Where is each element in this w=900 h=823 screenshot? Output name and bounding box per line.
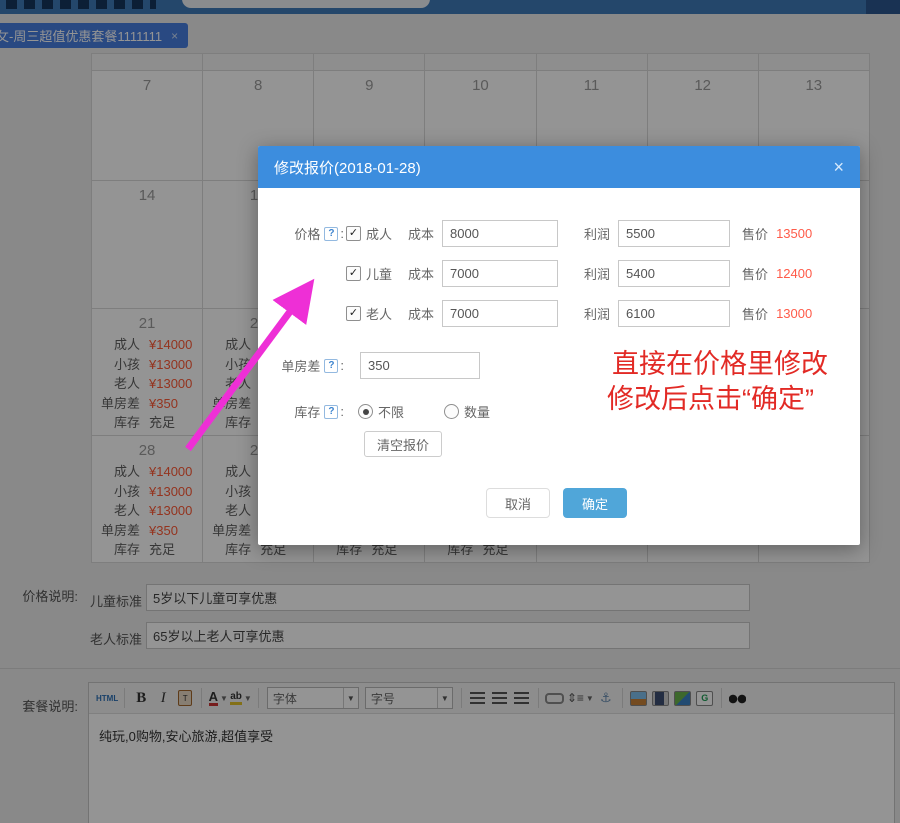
profit-label: 利润: [584, 224, 610, 243]
stock-unlimited-label: 不限: [378, 402, 404, 421]
elder-checkbox[interactable]: [346, 306, 361, 321]
sell-price-label: 售价: [742, 304, 768, 323]
annotation-text-line1: 直接在价格里修改: [612, 349, 828, 379]
child-sell-value: 12400: [776, 266, 812, 281]
annotation-text-line2: 修改后点击“确定”: [607, 384, 814, 414]
stock-unlimited-radio[interactable]: [358, 404, 373, 419]
modal-title: 修改报价(2018-01-28): [274, 157, 421, 178]
clear-quote-button[interactable]: 清空报价: [364, 431, 442, 457]
modal-header: 修改报价(2018-01-28) ×: [258, 146, 860, 188]
adult-label: 成人: [366, 224, 392, 243]
cost-label: 成本: [408, 304, 434, 323]
screen: 攵-周三超值优惠套餐1111111 × 78910111213141516171…: [0, 0, 900, 823]
confirm-button[interactable]: 确定: [563, 488, 627, 518]
edit-quote-modal: 修改报价(2018-01-28) × 价格 ? : 成人 成本 利润 售价 13…: [258, 146, 860, 545]
child-label: 儿童: [366, 264, 392, 283]
adult-checkbox[interactable]: [346, 226, 361, 241]
single-room-diff-input[interactable]: [360, 352, 480, 379]
elder-cost-input[interactable]: [442, 300, 558, 327]
cost-label: 成本: [408, 264, 434, 283]
help-icon[interactable]: ?: [324, 227, 338, 241]
child-profit-input[interactable]: [618, 260, 730, 287]
child-cost-input[interactable]: [442, 260, 558, 287]
stock-quantity-label: 数量: [464, 402, 490, 421]
child-checkbox[interactable]: [346, 266, 361, 281]
adult-sell-value: 13500: [776, 226, 812, 241]
sell-price-label: 售价: [742, 224, 768, 243]
profit-label: 利润: [584, 264, 610, 283]
adult-profit-input[interactable]: [618, 220, 730, 247]
adult-cost-input[interactable]: [442, 220, 558, 247]
sell-price-label: 售价: [742, 264, 768, 283]
profit-label: 利润: [584, 304, 610, 323]
price-label: 价格 ? :: [268, 224, 344, 243]
cancel-button[interactable]: 取消: [486, 488, 550, 518]
elder-sell-value: 13000: [776, 306, 812, 321]
modal-close-icon[interactable]: ×: [833, 158, 844, 176]
elder-label: 老人: [366, 304, 392, 323]
stock-quantity-radio[interactable]: [444, 404, 459, 419]
annotation-arrow: [160, 262, 340, 472]
elder-profit-input[interactable]: [618, 300, 730, 327]
cost-label: 成本: [408, 224, 434, 243]
